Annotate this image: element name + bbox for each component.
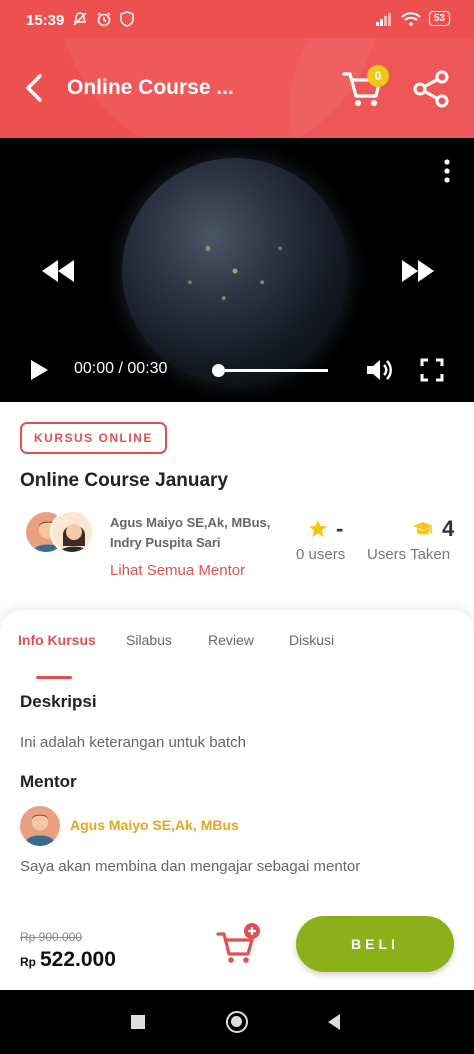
wifi-icon [401, 11, 421, 26]
app-bar: Online Course ... 0 [0, 38, 474, 138]
mute-icon [73, 12, 87, 26]
add-to-cart-icon[interactable] [214, 922, 264, 966]
volume-icon[interactable] [364, 356, 394, 384]
users-taken-label: Users Taken [367, 546, 451, 563]
mentor-heading: Mentor [20, 772, 77, 791]
shield-icon [120, 11, 134, 27]
home-button[interactable] [226, 1011, 248, 1033]
mentor-bio: Saya akan membina dan mengajar sebagai m… [20, 858, 361, 875]
tab-silabus[interactable]: Silabus [126, 632, 172, 648]
share-icon[interactable] [410, 68, 452, 110]
star-icon [309, 520, 327, 537]
seek-knob[interactable] [212, 364, 225, 377]
buy-bar: Rp 900.000 Rp 522.000 BELI [0, 910, 474, 990]
recents-button[interactable] [131, 1015, 145, 1029]
tab-diskusi[interactable]: Diskusi [289, 632, 334, 648]
active-tab-indicator [36, 676, 72, 679]
play-icon[interactable] [26, 356, 52, 384]
battery-indicator: 53 [428, 11, 450, 26]
avatar [20, 806, 60, 846]
users-taken-stat: 4 [412, 516, 454, 542]
mentor-name[interactable]: Agus Maiyo SE,Ak, MBus [70, 817, 239, 833]
status-bar: 15:39 53 [0, 0, 474, 38]
current-price: Rp 522.000 [20, 948, 116, 971]
description-heading: Deskripsi [20, 692, 97, 711]
mentor-avatars[interactable] [24, 510, 94, 556]
cart-count-badge: 0 [367, 65, 389, 87]
tab-bar: Info Kursus Silabus Review Diskusi [0, 632, 474, 679]
alarm-icon [97, 12, 111, 27]
signal-icon [375, 12, 391, 26]
rewind-icon[interactable] [38, 256, 78, 286]
tab-review[interactable]: Review [208, 632, 254, 648]
video-time: 00:00 / 00:30 [74, 360, 168, 377]
back-triangle-icon[interactable] [326, 1013, 342, 1031]
fullscreen-icon[interactable] [420, 358, 444, 382]
fast-forward-icon[interactable] [398, 256, 438, 286]
tab-info-kursus[interactable]: Info Kursus [18, 632, 96, 648]
description-text: Ini adalah keterangan untuk batch [20, 734, 247, 751]
status-time: 15:39 [26, 12, 65, 29]
users-taken-value: 4 [442, 516, 455, 541]
page-title: Online Course ... [67, 76, 234, 99]
rating-label: 0 users [296, 546, 346, 563]
video-player[interactable]: 00:00 / 00:30 [0, 138, 474, 402]
rating-stat: - [308, 516, 343, 542]
buy-button[interactable]: BELI [296, 916, 454, 972]
back-arrow-icon[interactable] [20, 68, 54, 108]
course-type-badge: KURSUS ONLINE [20, 422, 167, 454]
course-title: Online Course January [20, 470, 229, 491]
system-nav-bar [0, 990, 474, 1054]
video-seek-bar[interactable] [212, 364, 328, 377]
mentor-names: Agus Maiyo SE,Ak, MBus, Indry Puspita Sa… [110, 515, 271, 550]
video-frame-earth [122, 158, 348, 384]
more-options-icon[interactable] [436, 156, 458, 186]
rating-value: - [336, 516, 344, 541]
graduation-cap-icon [413, 522, 433, 535]
see-all-mentors-link[interactable]: Lihat Semua Mentor [110, 562, 245, 579]
old-price: Rp 900.000 [20, 930, 83, 944]
avatar [50, 510, 94, 554]
